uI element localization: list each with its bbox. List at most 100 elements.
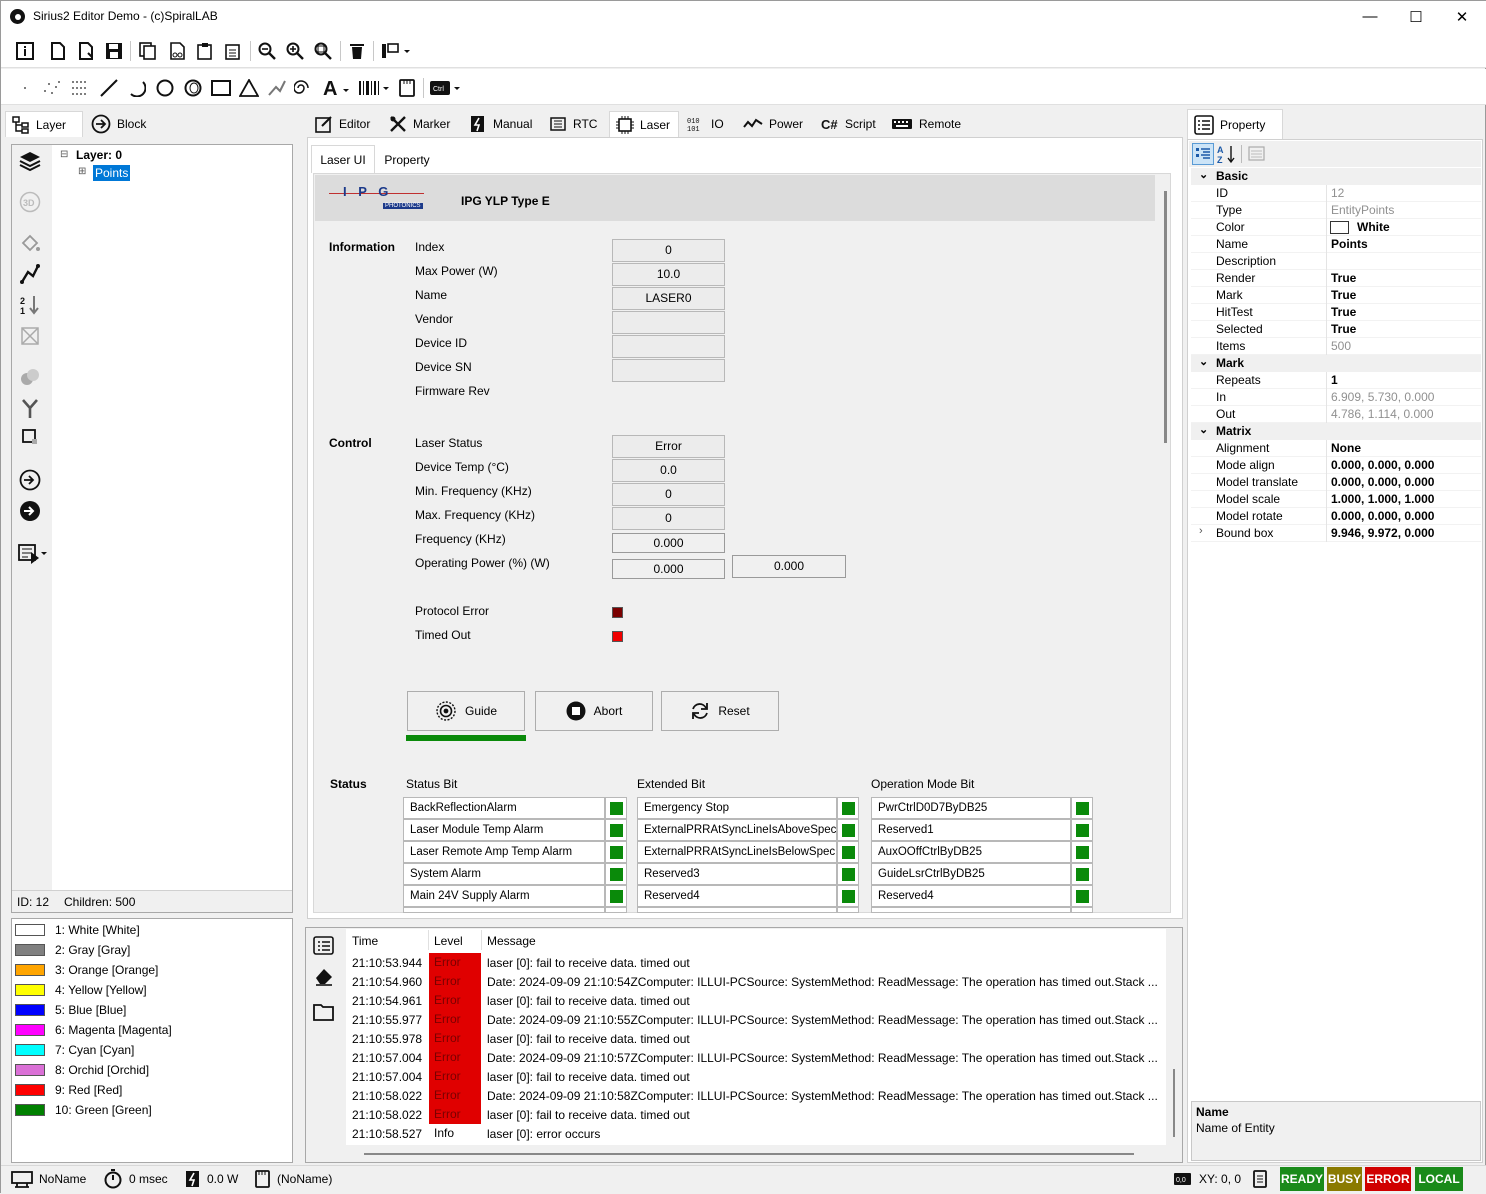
close-button[interactable]: ✕ xyxy=(1439,1,1485,32)
tree-child-expander-icon[interactable]: ⊞ xyxy=(78,166,86,177)
tab-manual[interactable]: Manual xyxy=(463,111,541,137)
laser-scrollbar-thumb[interactable] xyxy=(1164,191,1167,443)
tab-laser[interactable]: Laser xyxy=(609,111,679,137)
color-row-1[interactable]: 1: White [White] xyxy=(15,921,140,939)
reset-button[interactable]: Reset xyxy=(661,691,779,731)
barcode-icon[interactable] xyxy=(358,77,390,99)
property-row[interactable]: Color White xyxy=(1191,219,1481,236)
sequence-run-icon[interactable] xyxy=(18,541,48,565)
log-vscrollbar-thumb[interactable] xyxy=(1173,1069,1175,1137)
property-row[interactable]: HitTest True xyxy=(1191,304,1481,321)
log-row[interactable]: 21:10:55.978 Error laser [0]: fail to rece… xyxy=(346,1029,1166,1048)
minimize-button[interactable]: — xyxy=(1347,1,1393,32)
log-row[interactable]: 21:10:57.004 Error Date: 2024-09-09 21:10:… xyxy=(346,1048,1166,1067)
tab-remote[interactable]: Remote xyxy=(885,111,971,137)
3d-view-icon[interactable]: 3D xyxy=(18,190,42,214)
tab-layer[interactable]: Layer xyxy=(5,111,83,137)
log-list-icon[interactable] xyxy=(313,935,335,957)
guide-button[interactable]: Guide xyxy=(407,691,525,731)
point-icon[interactable] xyxy=(14,77,36,99)
info-icon[interactable] xyxy=(14,40,36,62)
zoom-in-icon[interactable] xyxy=(284,40,306,62)
subtab-laser-ui[interactable]: Laser UI xyxy=(311,145,375,173)
import-icon[interactable] xyxy=(18,468,42,492)
tree-expander-icon[interactable]: ⊟ xyxy=(60,149,68,160)
tree-node-points[interactable]: Points xyxy=(93,165,131,181)
group-icon[interactable] xyxy=(18,425,42,449)
arc-icon[interactable] xyxy=(126,77,148,99)
tab-editor[interactable]: Editor xyxy=(309,111,381,137)
tree-node-layer[interactable]: Layer: 0 xyxy=(76,148,122,162)
property-row[interactable]: Render True xyxy=(1191,270,1481,287)
path-edit-icon[interactable] xyxy=(18,262,42,286)
color-row-5[interactable]: 5: Blue [Blue] xyxy=(15,1001,126,1019)
collapse-chevron-icon[interactable]: ⌄ xyxy=(1199,355,1208,368)
collapse-chevron-icon[interactable]: ⌄ xyxy=(1199,423,1208,436)
log-row[interactable]: 21:10:57.004 Error laser [0]: fail to rece… xyxy=(346,1067,1166,1086)
log-row[interactable]: 21:10:53.944 Error laser [0]: fail to rece… xyxy=(346,953,1166,972)
tab-power[interactable]: Power xyxy=(737,111,813,137)
circle-icon[interactable] xyxy=(154,77,176,99)
folder-icon[interactable] xyxy=(313,1001,335,1023)
property-row[interactable]: Mode align 0.000, 0.000, 0.000 xyxy=(1191,457,1481,474)
property-row[interactable]: In 6.909, 5.730, 0.000 xyxy=(1191,389,1481,406)
sort-order-icon[interactable]: 21 xyxy=(18,293,42,317)
log-hscrollbar-thumb[interactable] xyxy=(364,1153,1134,1155)
property-row[interactable]: Repeats 1 xyxy=(1191,372,1481,389)
log-col-message[interactable]: Message xyxy=(487,934,536,948)
property-category-basic[interactable]: ⌄ Basic xyxy=(1191,168,1481,185)
categorized-view-icon[interactable] xyxy=(1192,143,1214,165)
log-row[interactable]: 21:10:54.960 Error Date: 2024-09-09 21:10:… xyxy=(346,972,1166,991)
property-row[interactable]: Mark True xyxy=(1191,287,1481,304)
color-row-10[interactable]: 10: Green [Green] xyxy=(15,1101,152,1119)
expand-chevron-icon[interactable]: › xyxy=(1199,525,1203,537)
copy-icon[interactable] xyxy=(137,40,159,62)
property-row[interactable]: Type EntityPoints xyxy=(1191,202,1481,219)
delete-icon[interactable] xyxy=(346,40,368,62)
boolean-icon[interactable] xyxy=(18,365,42,389)
log-vscrollbar[interactable] xyxy=(1168,929,1180,1145)
log-row[interactable]: 21:10:58.527 Info laser [0]: error occurs xyxy=(346,1124,1166,1143)
property-category-mark[interactable]: ⌄ Mark xyxy=(1191,355,1481,372)
abort-button[interactable]: Abort xyxy=(535,691,653,731)
laser-scrollbar[interactable] xyxy=(1157,175,1169,911)
tab-io[interactable]: 010 101 IO xyxy=(681,111,735,137)
color-row-2[interactable]: 2: Gray [Gray] xyxy=(15,941,130,959)
property-row[interactable]: Alignment None xyxy=(1191,440,1481,457)
line-icon[interactable] xyxy=(98,77,120,99)
property-row[interactable]: Name Points xyxy=(1191,236,1481,253)
fill-bucket-icon[interactable] xyxy=(18,231,42,255)
text-icon[interactable]: A xyxy=(323,77,351,99)
property-row[interactable]: ID 12 xyxy=(1191,185,1481,202)
layers-icon[interactable] xyxy=(18,149,42,173)
split-icon[interactable] xyxy=(18,396,42,420)
raster-icon[interactable] xyxy=(69,77,91,99)
color-row-8[interactable]: 8: Orchid [Orchid] xyxy=(15,1061,149,1079)
tab-property-panel[interactable]: Property xyxy=(1187,109,1283,139)
export-icon[interactable] xyxy=(18,499,42,523)
ellipse-icon[interactable] xyxy=(182,77,204,99)
collapse-chevron-icon[interactable]: ⌄ xyxy=(1199,168,1208,181)
polyline-icon[interactable] xyxy=(266,77,288,99)
log-row[interactable]: 21:10:58.022 Error laser [0]: fail to rece… xyxy=(346,1105,1166,1124)
document-entity-icon[interactable] xyxy=(396,77,418,99)
log-col-time[interactable]: Time xyxy=(352,934,378,948)
zoom-out-icon[interactable] xyxy=(256,40,278,62)
color-row-6[interactable]: 6: Magenta [Magenta] xyxy=(15,1021,172,1039)
eraser-icon[interactable] xyxy=(313,965,335,987)
property-row[interactable]: Description xyxy=(1191,253,1481,270)
new-file-icon[interactable] xyxy=(47,40,69,62)
color-row-3[interactable]: 3: Orange [Orange] xyxy=(15,961,158,979)
ctrl-key-icon[interactable]: Ctrl xyxy=(429,77,463,99)
color-row-4[interactable]: 4: Yellow [Yellow] xyxy=(15,981,147,999)
tab-script[interactable]: C# Script xyxy=(815,111,883,137)
paste-icon[interactable] xyxy=(194,40,216,62)
property-row[interactable]: Model rotate 0.000, 0.000, 0.000 xyxy=(1191,508,1481,525)
alphabetical-sort-icon[interactable]: AZ xyxy=(1216,143,1238,165)
color-row-9[interactable]: 9: Red [Red] xyxy=(15,1081,122,1099)
spiral-icon[interactable] xyxy=(294,77,316,99)
clipboard-icon[interactable] xyxy=(222,40,244,62)
points-icon[interactable] xyxy=(41,77,63,99)
property-row[interactable]: Items 500 xyxy=(1191,338,1481,355)
tab-marker[interactable]: Marker xyxy=(383,111,461,137)
